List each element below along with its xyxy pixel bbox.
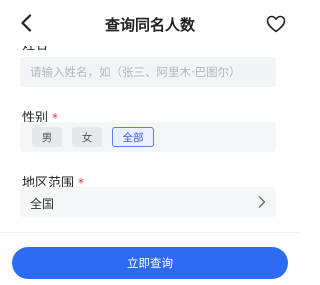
- region-value: 全国: [30, 197, 55, 211]
- header-bar: 查询同名人数: [0, 0, 300, 46]
- chevron-right-icon: [258, 196, 266, 208]
- page-title: 查询同名人数: [104, 16, 195, 34]
- submit-button[interactable]: 立即查询: [12, 247, 288, 279]
- name-input[interactable]: [20, 57, 276, 87]
- heart-outline-icon: [266, 15, 286, 33]
- favorite-button[interactable]: [264, 13, 288, 35]
- region-selector[interactable]: 全国: [20, 187, 276, 217]
- bottom-divider: [0, 232, 300, 233]
- gender-option-female[interactable]: 女: [72, 127, 102, 147]
- gender-options: 男 女 全部: [20, 122, 276, 152]
- gender-option-all[interactable]: 全部: [112, 127, 154, 147]
- gender-option-male[interactable]: 男: [32, 127, 62, 147]
